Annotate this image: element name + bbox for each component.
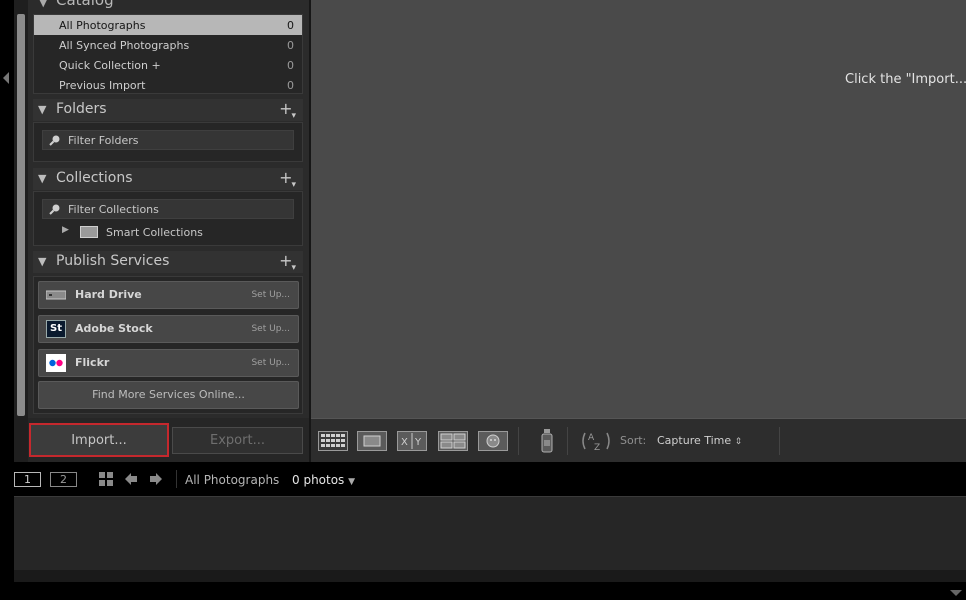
library-toolbar: X Y A Z Sort: Capture Time ⇕ [311,418,966,462]
toolbar-separator [518,427,519,455]
expand-triangle-icon: ▼ [38,255,47,268]
people-view-icon[interactable] [478,431,508,451]
service-flickr[interactable]: Flickr Set Up... [38,349,299,377]
filter-collections-input[interactable]: Filter Collections [42,199,294,219]
publish-services-panel: Hard Drive Set Up... St Adobe Stock Set … [33,276,303,414]
secondary-window-button[interactable]: 2 [50,472,77,487]
smart-collections-item[interactable]: ▶ Smart Collections [62,224,302,242]
primary-window-button[interactable]: 1 [14,472,41,487]
expand-triangle-icon: ▼ [39,0,48,9]
updown-chevron-icon: ⇕ [734,437,743,447]
main-grid-area[interactable]: Click the "Import..." b [311,0,966,418]
find-more-services-button[interactable]: Find More Services Online... [38,381,299,409]
search-icon [49,135,60,146]
collapse-left-panel-icon[interactable] [3,72,9,84]
collections-panel: Filter Collections ▶ Smart Collections [33,191,303,246]
expand-triangle-icon: ▼ [38,172,47,185]
dropdown-arrow-icon: ▼ [348,477,356,487]
filmstrip-source[interactable]: All Photographs [185,473,279,487]
folders-header[interactable]: ▼ Folders +▾ [33,99,303,121]
left-panel-scroll-thumb[interactable] [17,14,25,416]
grid-icon[interactable] [99,472,113,486]
catalog-list: All Photographs 0 All Synced Photographs… [33,14,303,94]
filmstrip-scrollbar[interactable] [14,570,966,582]
toolbar-separator [567,427,568,455]
filmstrip-count[interactable]: 0 photos ▼ [292,473,355,487]
catalog-header[interactable]: ▼ Catalog [33,0,303,12]
add-publish-service-icon[interactable]: +▾ [279,251,297,273]
toolbar-separator [779,427,780,455]
catalog-item-all-photographs[interactable]: All Photographs 0 [34,15,302,35]
svg-text:X: X [401,437,408,448]
sort-label: Sort: [620,434,647,447]
search-icon [49,204,60,215]
service-hard-drive[interactable]: Hard Drive Set Up... [38,281,299,309]
adobe-stock-icon: St [46,320,66,338]
filter-folders-input[interactable]: Filter Folders [42,130,294,150]
service-adobe-stock[interactable]: St Adobe Stock Set Up... [38,315,299,343]
collections-header[interactable]: ▼ Collections +▾ [33,168,303,190]
collection-set-icon [80,226,98,238]
expand-triangle-icon: ▼ [38,103,47,116]
survey-view-icon[interactable] [438,431,468,451]
forward-arrow-icon[interactable] [149,472,163,486]
collapse-filmstrip-icon[interactable] [950,590,962,596]
publish-services-header[interactable]: ▼ Publish Services +▾ [33,251,303,273]
hard-drive-icon [46,290,66,300]
catalog-item-previous-import[interactable]: Previous Import 0 [34,75,302,95]
import-hint-text: Click the "Import..." b [845,72,966,87]
loupe-view-icon[interactable] [357,431,387,451]
add-collection-icon[interactable]: +▾ [279,168,297,190]
catalog-item-quick-collection[interactable]: Quick Collection + 0 [34,55,302,75]
svg-text:Z: Z [594,443,600,453]
add-folder-icon[interactable]: +▾ [279,99,297,121]
export-button[interactable]: Export... [172,427,303,454]
sort-select[interactable]: Capture Time ⇕ [657,434,742,447]
folders-panel: Filter Folders [33,122,303,162]
filmstrip-separator [176,470,177,488]
painter-spray-icon[interactable] [539,428,555,454]
expand-triangle-icon[interactable]: ▶ [62,225,69,235]
filmstrip-header: 1 2 All Photographs 0 photos ▼ [0,462,966,496]
catalog-item-all-synced[interactable]: All Synced Photographs 0 [34,35,302,55]
svg-text:A: A [588,433,595,443]
flickr-icon [46,354,66,372]
left-panel-edge [0,0,14,462]
filmstrip[interactable] [14,496,966,570]
svg-text:Y: Y [414,437,422,448]
import-button[interactable]: Import... [29,423,169,457]
sort-direction-icon[interactable]: A Z [579,429,613,453]
grid-view-icon[interactable] [318,431,348,451]
compare-view-icon[interactable]: X Y [397,431,427,451]
back-arrow-icon[interactable] [124,472,138,486]
